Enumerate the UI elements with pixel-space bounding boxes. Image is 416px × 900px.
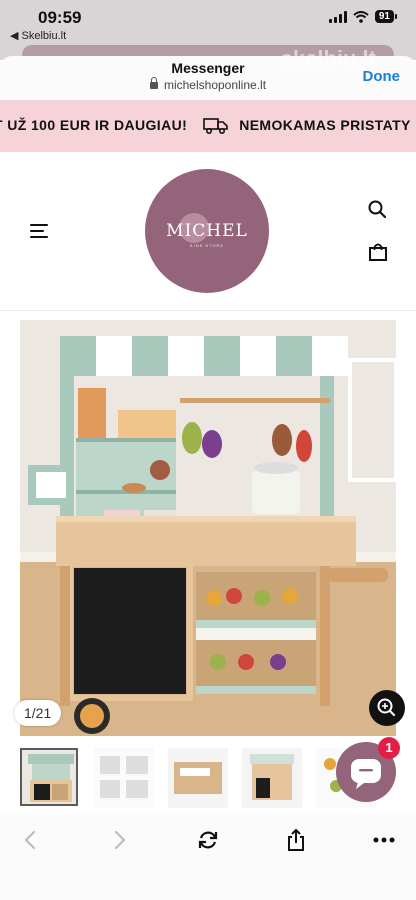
image-counter: 1/21 [14,700,62,726]
back-button[interactable] [16,827,44,853]
status-bar: 09:59 ◀ Skelbiu.lt 91 [0,0,416,46]
back-icon [24,830,36,850]
more-icon [373,837,395,843]
announcement-text-right: NEMOKAMAS PRISTATY [239,117,411,133]
bag-icon[interactable] [368,242,388,262]
thumbnail-instructions[interactable] [94,748,154,808]
logo-text: MICHEL [166,221,248,241]
share-button[interactable] [282,827,310,853]
status-time: 09:59 [38,8,82,27]
logo-subtext: KIDS STORE [189,243,225,248]
chat-unread-badge: 1 [378,737,400,759]
zoom-icon [377,698,396,717]
share-icon [288,828,304,851]
site-header: MICHEL KIDS STORE [0,152,416,311]
reload-button[interactable] [194,827,222,853]
more-button[interactable] [370,827,398,853]
lock-icon [149,77,158,89]
logo[interactable]: MICHEL KIDS STORE [145,169,269,293]
announcement-bar: T UŽ 100 EUR IR DAUGIAU! NEMOKAMAS PRIST… [0,100,416,152]
thumbnail-kitchen-side[interactable] [242,748,302,808]
watermark: skelbiu.lt [280,46,376,71]
thumbnail-kitchen-front[interactable] [20,748,78,806]
forward-button[interactable] [106,827,134,853]
wifi-icon [353,10,369,23]
reload-icon [198,831,218,849]
forward-icon [114,830,126,850]
menu-icon[interactable] [30,224,48,238]
url-text: michelshoponline.lt [163,78,267,92]
back-to-app-link[interactable]: ◀ Skelbiu.lt [10,29,66,42]
browser-toolbar [0,815,416,900]
truck-icon [203,118,228,134]
play-kitchen-illustration [20,320,396,736]
announcement-text-left: T UŽ 100 EUR IR DAUGIAU! [0,117,188,133]
thumbnail-box[interactable] [168,748,228,808]
search-icon[interactable] [368,200,386,218]
status-icons: 91 [328,10,398,23]
browser-url[interactable]: michelshoponline.lt [0,77,416,92]
announcement-track: T UŽ 100 EUR IR DAUGIAU! NEMOKAMAS PRIST… [0,116,411,134]
product-image[interactable] [20,320,396,736]
zoom-button[interactable] [369,690,405,726]
signal-icon [328,10,347,23]
battery-indicator: 91 [374,10,398,23]
